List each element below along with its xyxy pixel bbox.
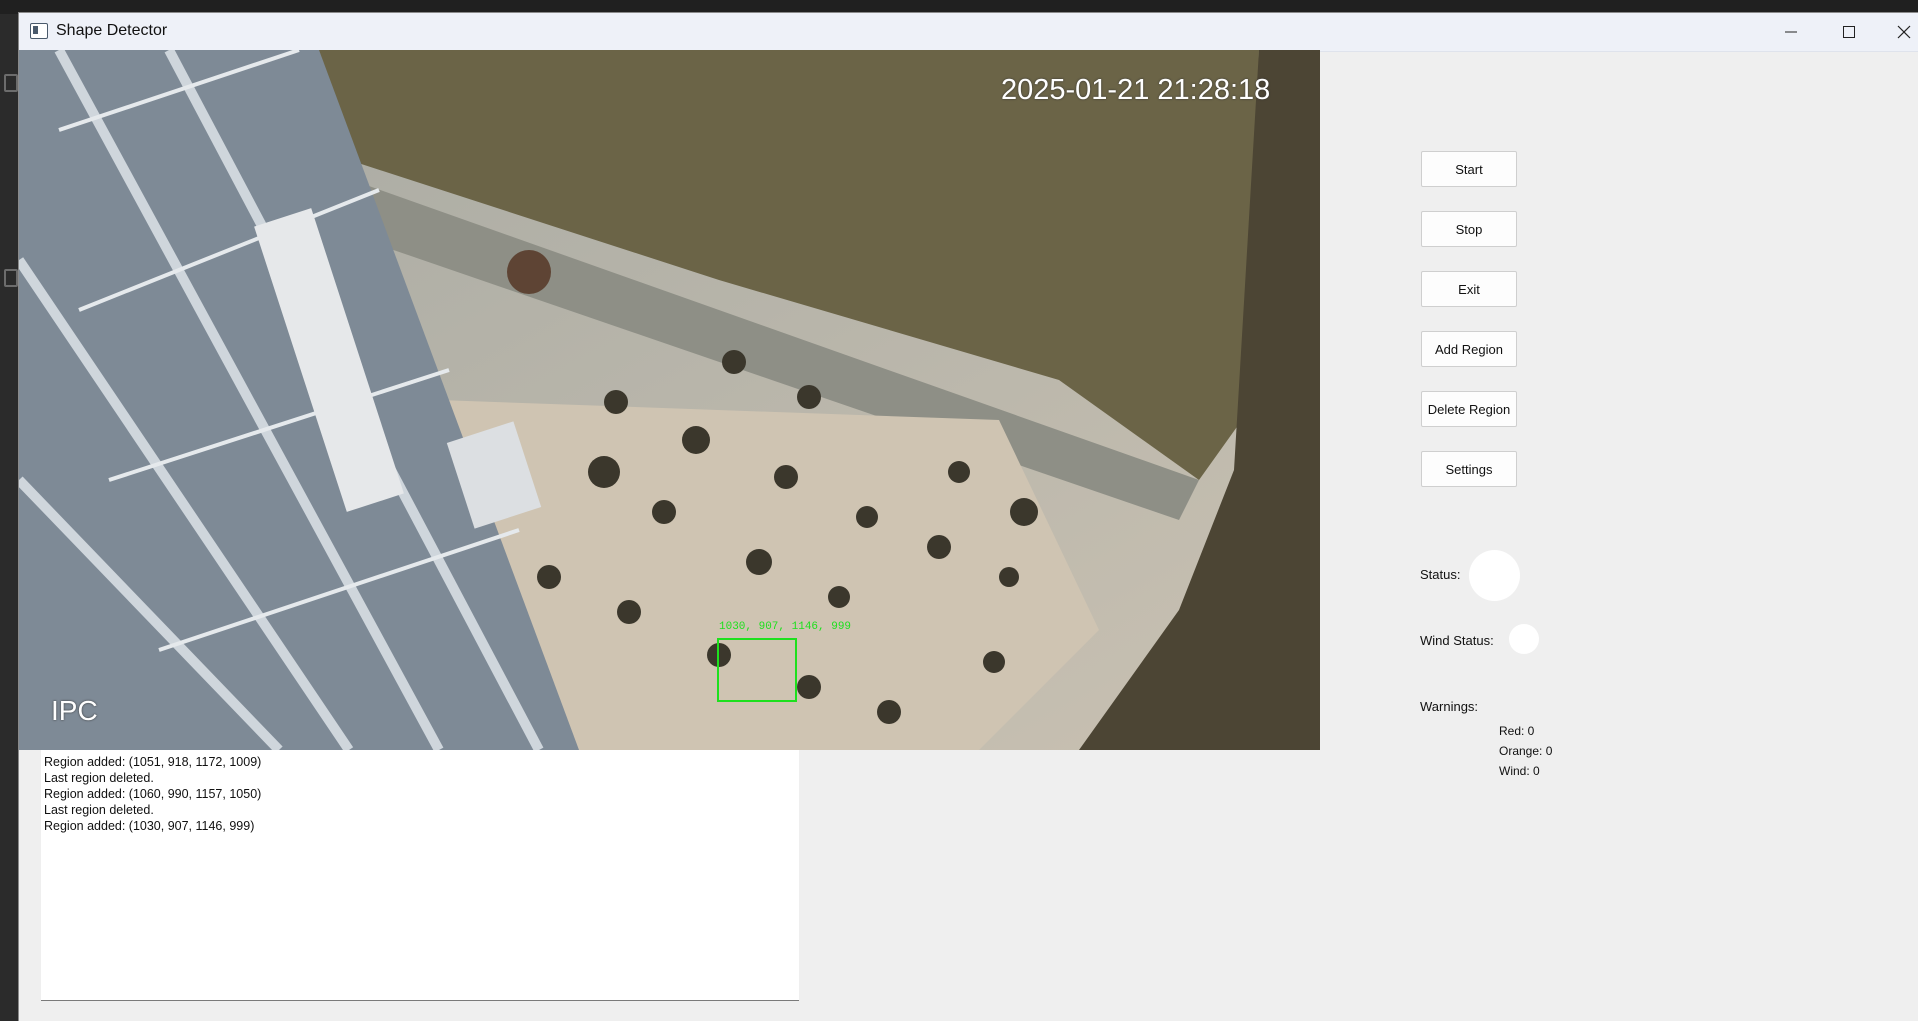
status-indicator [1469, 550, 1520, 601]
log-line: Region added: (1030, 907, 1146, 999) [44, 819, 255, 833]
detection-label: 1030, 907, 1146, 999 [719, 621, 852, 633]
warning-wind-count: Wind: 0 [1499, 764, 1540, 778]
title-bar: Shape Detector [19, 13, 1918, 52]
side-app-icon [4, 269, 18, 287]
camera-feed[interactable]: 2025-01-21 21:28:18 IPC 1030, 907, 1146,… [19, 50, 1320, 750]
status-label: Status: [1420, 567, 1461, 582]
wind-status-indicator [1509, 624, 1539, 654]
wind-status-label: Wind Status: [1420, 633, 1494, 648]
desktop-side-strip [0, 14, 20, 1021]
close-button[interactable] [1881, 13, 1918, 51]
warning-orange-count: Orange: 0 [1499, 744, 1553, 758]
settings-button[interactable]: Settings [1421, 451, 1517, 487]
camera-label: IPC [51, 695, 98, 726]
delete-region-button[interactable]: Delete Region [1421, 391, 1517, 427]
detection-region-box [717, 638, 797, 702]
log-line: Last region deleted. [44, 771, 154, 785]
stop-button[interactable]: Stop [1421, 211, 1517, 247]
desktop-taskbar-strip [0, 0, 1918, 14]
start-button[interactable]: Start [1421, 151, 1517, 187]
close-icon [1897, 25, 1911, 39]
side-app-icon [4, 74, 18, 92]
log-line: Last region deleted. [44, 803, 154, 817]
add-region-button[interactable]: Add Region [1421, 331, 1517, 367]
video-timestamp: 2025-01-21 21:28:18 [1001, 74, 1271, 106]
log-output[interactable]: Region added: (1051, 918, 1172, 1009) La… [41, 750, 799, 1001]
maximize-icon [1843, 26, 1855, 38]
window-title: Shape Detector [56, 22, 168, 39]
log-line: Region added: (1060, 990, 1157, 1050) [44, 787, 262, 801]
minimize-icon [1785, 31, 1797, 33]
maximize-button[interactable] [1826, 13, 1872, 51]
app-window: Shape Detector 2025-01-21 21:28:18 IPC 1… [19, 13, 1918, 1021]
minimize-button[interactable] [1768, 13, 1814, 51]
warnings-title: Warnings: [1420, 699, 1479, 714]
exit-button[interactable]: Exit [1421, 271, 1517, 307]
camera-scene [19, 50, 1320, 750]
app-window-icon [30, 23, 48, 39]
log-line: Region added: (1051, 918, 1172, 1009) [44, 755, 262, 769]
warning-red-count: Red: 0 [1499, 724, 1535, 738]
